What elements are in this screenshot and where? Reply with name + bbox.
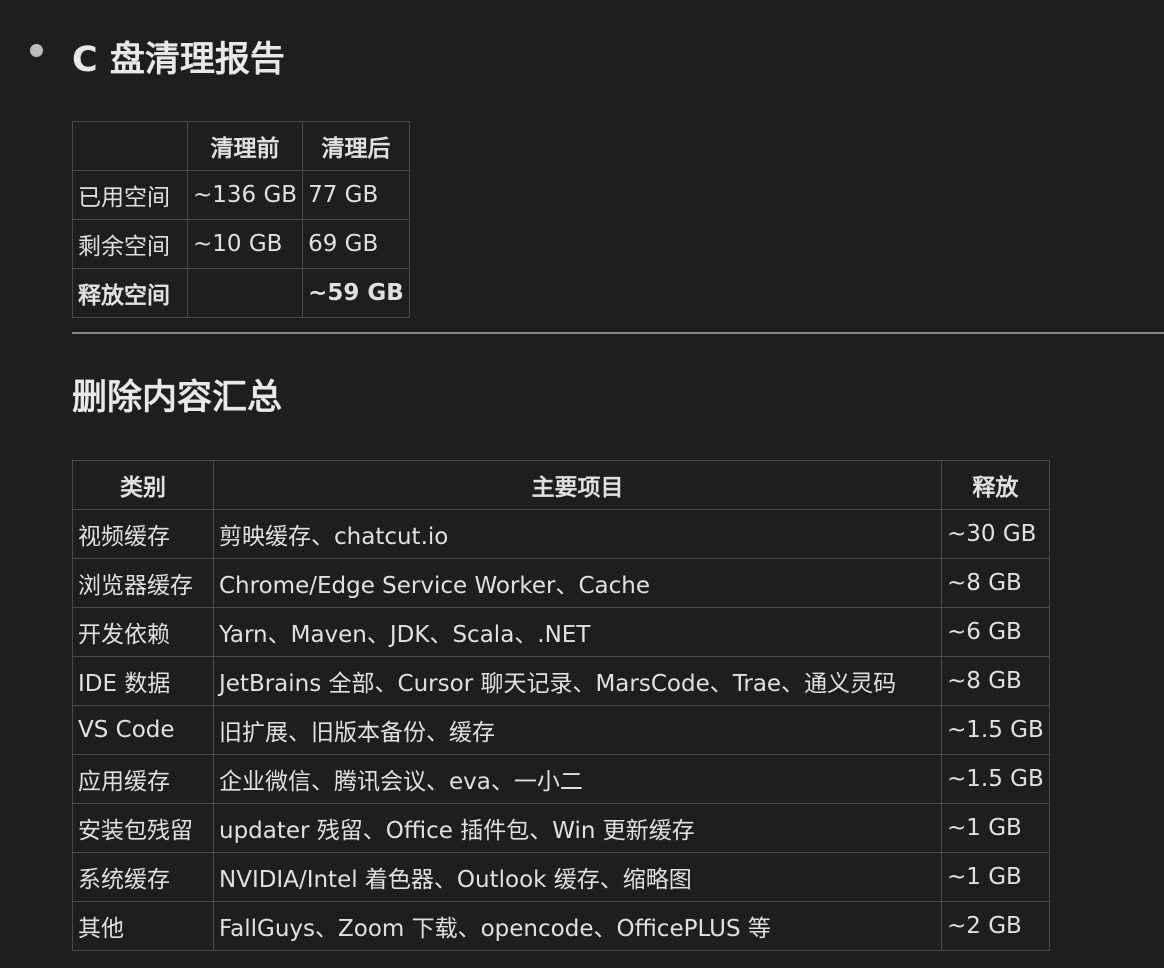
table-row: 开发依赖 Yarn、Maven、JDK、Scala、.NET ~6 GB — [72, 607, 1050, 657]
category-cell: 安装包残留 — [72, 803, 214, 853]
table-row: 浏览器缓存 Chrome/Edge Service Worker、Cache ~… — [72, 558, 1050, 608]
row-label: 释放空间 — [72, 268, 188, 318]
freed-cell: ~1.5 GB — [941, 705, 1050, 755]
freed-cell: ~8 GB — [941, 656, 1050, 706]
table-row: 系统缓存 NVIDIA/Intel 着色器、Outlook 缓存、缩略图 ~1 … — [72, 852, 1050, 902]
category-cell: IDE 数据 — [72, 656, 214, 706]
after-value: ~59 GB — [302, 268, 410, 318]
items-cell: Yarn、Maven、JDK、Scala、.NET — [213, 607, 942, 657]
table-header-cell: 清理前 — [186, 121, 304, 171]
category-cell: VS Code — [72, 705, 214, 755]
items-cell: JetBrains 全部、Cursor 聊天记录、MarsCode、Trae、通… — [213, 656, 942, 706]
before-value: ~136 GB — [186, 170, 304, 220]
table-row: VS Code 旧扩展、旧版本备份、缓存 ~1.5 GB — [72, 705, 1050, 755]
category-cell: 浏览器缓存 — [72, 558, 214, 608]
row-label: 剩余空间 — [72, 219, 188, 269]
category-cell: 系统缓存 — [72, 852, 214, 902]
after-value: 69 GB — [302, 219, 410, 269]
report-title: C 盘清理报告 — [72, 40, 285, 80]
table-header-cell: 主要项目 — [213, 460, 942, 510]
freed-cell: ~1 GB — [941, 852, 1050, 902]
items-cell: 旧扩展、旧版本备份、缓存 — [213, 705, 942, 755]
table-header-row: 类别 主要项目 释放 — [72, 460, 1050, 510]
table-header-cell: 释放 — [941, 460, 1050, 510]
before-value — [186, 268, 304, 318]
deleted-content-table: 类别 主要项目 释放 视频缓存 剪映缓存、chatcut.io ~30 GB 浏… — [72, 460, 1050, 951]
table-header-cell: 清理后 — [302, 121, 410, 171]
items-cell: NVIDIA/Intel 着色器、Outlook 缓存、缩略图 — [213, 852, 942, 902]
summary-table: 清理前 清理后 已用空间 ~136 GB 77 GB 剩余空间 ~10 GB 6… — [72, 121, 410, 318]
items-cell: updater 残留、Office 插件包、Win 更新缓存 — [213, 803, 942, 853]
table-row: 安装包残留 updater 残留、Office 插件包、Win 更新缓存 ~1 … — [72, 803, 1050, 853]
items-cell: 剪映缓存、chatcut.io — [213, 509, 942, 559]
freed-cell: ~8 GB — [941, 558, 1050, 608]
section-title: 删除内容汇总 — [72, 378, 283, 418]
bullet-icon — [30, 44, 43, 57]
row-label: 已用空间 — [72, 170, 188, 220]
table-row: 应用缓存 企业微信、腾讯会议、eva、一小二 ~1.5 GB — [72, 754, 1050, 804]
document-page: C 盘清理报告 清理前 清理后 已用空间 ~136 GB 77 GB 剩余空间 … — [0, 0, 1164, 968]
items-cell: FallGuys、Zoom 下载、opencode、OfficePLUS 等 — [213, 901, 942, 951]
table-row: IDE 数据 JetBrains 全部、Cursor 聊天记录、MarsCode… — [72, 656, 1050, 706]
table-header-cell — [72, 121, 188, 171]
horizontal-rule — [72, 332, 1164, 334]
category-cell: 开发依赖 — [72, 607, 214, 657]
freed-cell: ~6 GB — [941, 607, 1050, 657]
after-value: 77 GB — [302, 170, 410, 220]
freed-cell: ~30 GB — [941, 509, 1050, 559]
items-cell: Chrome/Edge Service Worker、Cache — [213, 558, 942, 608]
table-row: 视频缓存 剪映缓存、chatcut.io ~30 GB — [72, 509, 1050, 559]
table-row: 已用空间 ~136 GB 77 GB — [72, 170, 410, 220]
category-cell: 视频缓存 — [72, 509, 214, 559]
before-value: ~10 GB — [186, 219, 304, 269]
freed-cell: ~2 GB — [941, 901, 1050, 951]
table-row: 其他 FallGuys、Zoom 下载、opencode、OfficePLUS … — [72, 901, 1050, 951]
table-row: 释放空间 ~59 GB — [72, 268, 410, 318]
table-row: 剩余空间 ~10 GB 69 GB — [72, 219, 410, 269]
freed-cell: ~1 GB — [941, 803, 1050, 853]
table-header-cell: 类别 — [72, 460, 214, 510]
category-cell: 应用缓存 — [72, 754, 214, 804]
category-cell: 其他 — [72, 901, 214, 951]
items-cell: 企业微信、腾讯会议、eva、一小二 — [213, 754, 942, 804]
freed-cell: ~1.5 GB — [941, 754, 1050, 804]
table-header-row: 清理前 清理后 — [72, 121, 410, 171]
